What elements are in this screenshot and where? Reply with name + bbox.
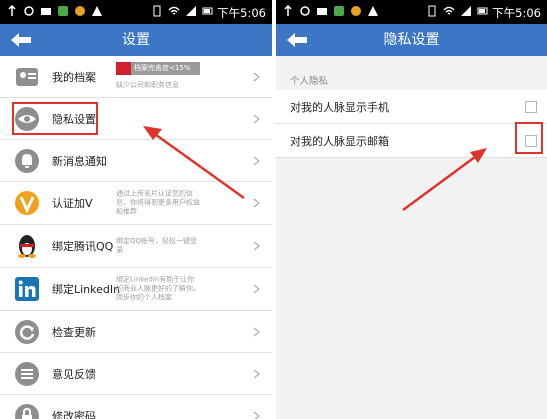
annotation-arrow bbox=[402, 148, 487, 212]
privacy-settings-screen: 下午5:06 隐私设置 个人隐私 对我的人脉显示手机 对我的人脉显示邮箱 bbox=[276, 0, 547, 419]
settings-screen: 下午5:06 设置 我的档案 档案完善度<15% 缺少公司和职务信息 隐私设置 … bbox=[0, 0, 272, 419]
annotation-arrow bbox=[143, 126, 245, 200]
